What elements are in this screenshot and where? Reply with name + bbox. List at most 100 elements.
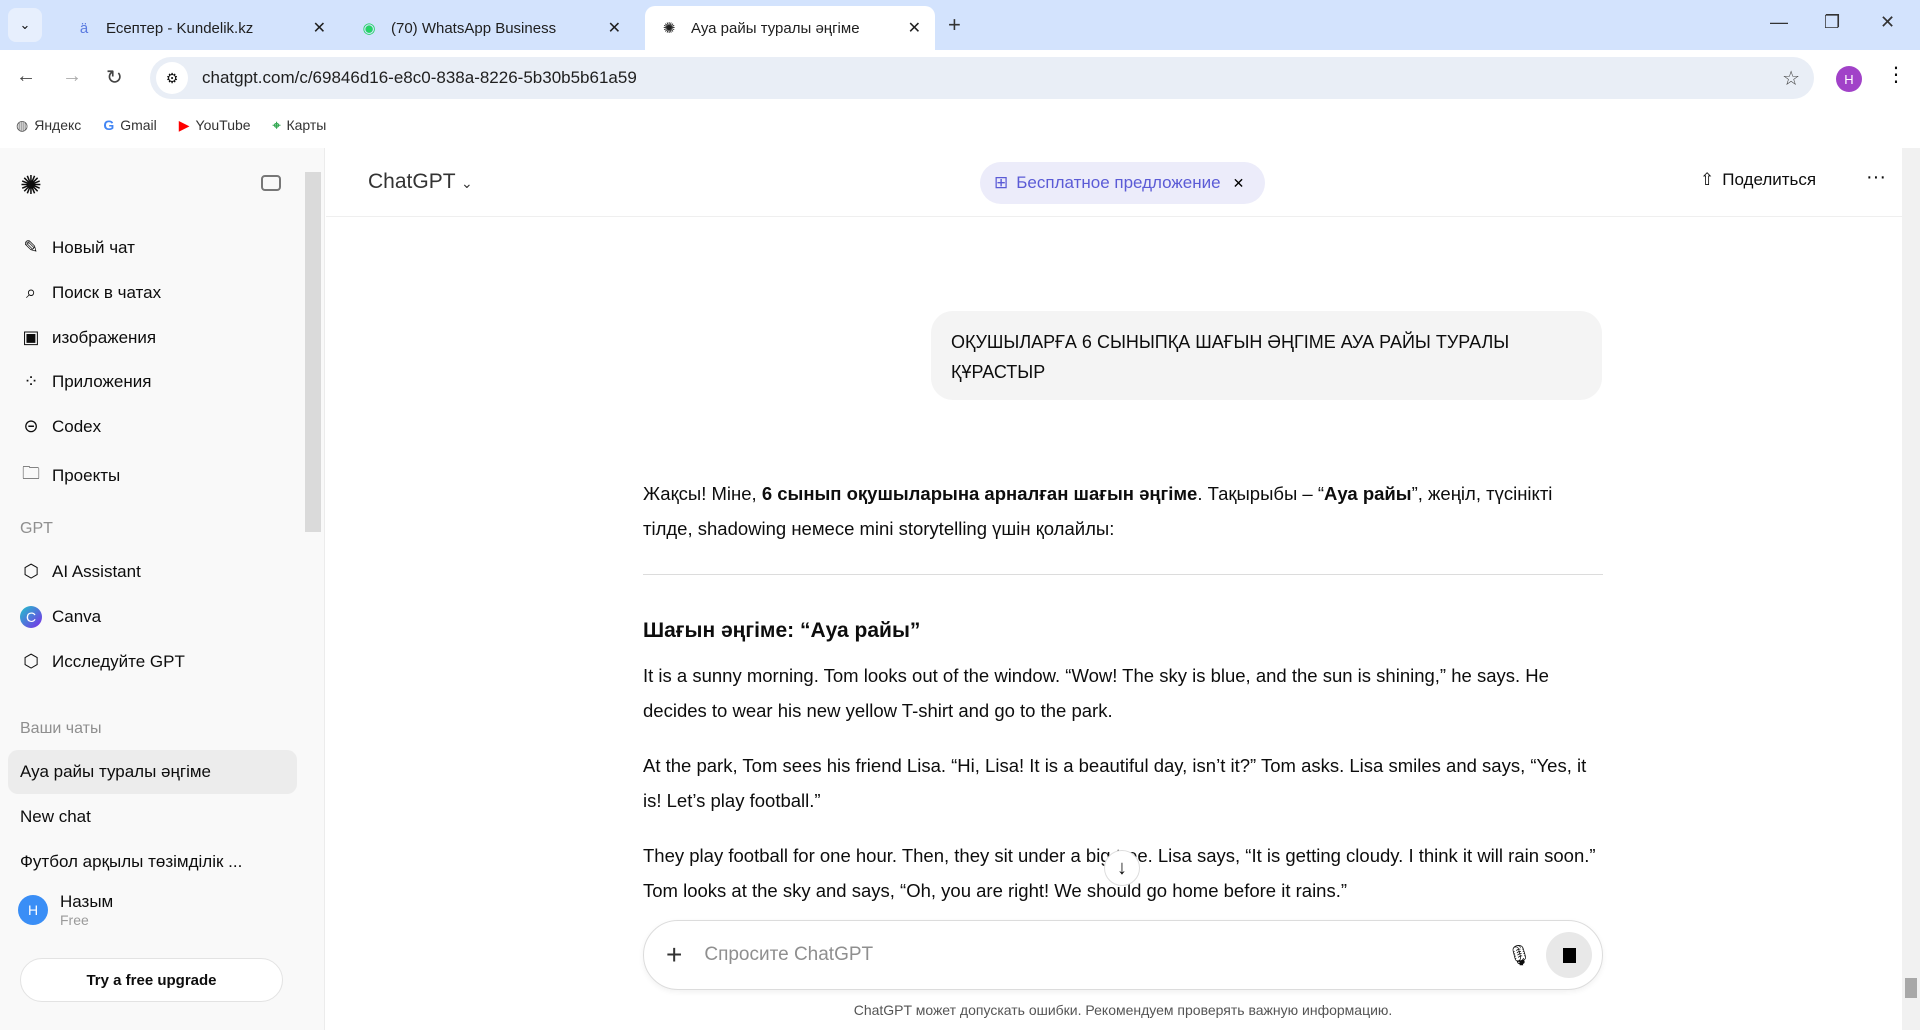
user-plan: Free: [60, 912, 89, 928]
chat-item[interactable]: Футбол арқылы төзімділік ...: [8, 840, 297, 884]
tab-whatsapp[interactable]: ◉ (70) WhatsApp Business ✕: [345, 6, 635, 50]
model-name: ChatGPT: [368, 170, 456, 193]
url-text[interactable]: chatgpt.com/c/69846d16-e8c0-838a-8226-5b…: [202, 68, 637, 88]
sidebar-item-new-chat[interactable]: ✎ Новый чат: [20, 237, 135, 258]
sidebar-item-apps[interactable]: ⁘ Приложения: [20, 371, 151, 392]
label: Поиск в чатах: [52, 282, 162, 302]
chat-item[interactable]: Ауа райы туралы әңгіме: [8, 750, 297, 794]
share-button[interactable]: ⇧ Поделиться: [1700, 170, 1816, 190]
sidebar-item-search[interactable]: ⌕ Поиск в чатах: [20, 282, 161, 303]
bookmark-label: Яндекс: [34, 116, 82, 133]
maps-icon: ⌖: [272, 116, 281, 133]
upgrade-button[interactable]: Try a free upgrade: [20, 958, 283, 1002]
close-icon[interactable]: ✕: [1233, 175, 1245, 192]
chat-item[interactable]: New chat: [8, 795, 297, 839]
text: . Тақырыбы – “: [1197, 483, 1324, 504]
bookmark-youtube[interactable]: ▶ YouTube: [179, 117, 251, 134]
sidebar: ✺ ✎ Новый чат ⌕ Поиск в чатах ▣ изображения…: [0, 148, 325, 1030]
forward-button[interactable]: →: [62, 65, 82, 88]
user-menu[interactable]: Н Назым Free: [18, 892, 113, 928]
edit-icon: ✎: [23, 237, 39, 257]
folder-plus-icon: 🗀: [22, 463, 40, 483]
site-info-icon[interactable]: ⚙: [156, 62, 188, 94]
cube-icon: ⬡: [23, 651, 39, 671]
main-scrollbar[interactable]: [1902, 148, 1920, 1030]
google-icon: G: [103, 117, 115, 133]
label: Приложения: [52, 371, 152, 391]
sidebar-item-canva[interactable]: C Canva: [20, 606, 101, 628]
offer-label: Бесплатное предложение: [1016, 173, 1221, 192]
bookmark-maps[interactable]: ⌖ Карты: [273, 117, 327, 134]
disclaimer: ChatGPT может допускать ошибки. Рекоменд…: [853, 1002, 1393, 1018]
kundelik-icon: ä: [79, 19, 89, 37]
sidebar-item-projects[interactable]: 🗀 Проекты: [20, 461, 120, 491]
chat-header: ChatGPT ⌄ ⊞ Бесплатное предложение ✕ ⇧ Поде…: [326, 148, 1902, 217]
scrollbar-thumb[interactable]: [1905, 978, 1917, 998]
share-icon: ⇧: [1700, 170, 1715, 189]
arrow-down-icon: ↓: [1117, 856, 1127, 879]
new-tab-button[interactable]: +: [948, 12, 961, 38]
label: изображения: [52, 327, 157, 347]
user-name: Назым: [60, 892, 114, 911]
label: Codex: [52, 416, 102, 436]
more-options-icon[interactable]: ···: [1866, 166, 1886, 189]
chatgpt-icon: ✺: [662, 20, 676, 37]
globe-icon: ◍: [16, 116, 29, 133]
intro-paragraph: Жақсы! Міне, 6 сынып оқушыларына арналға…: [643, 476, 1603, 546]
search-icon: ⌕: [25, 282, 37, 302]
close-tab-icon[interactable]: ✕: [313, 18, 326, 38]
bookmark-yandex[interactable]: ◍ Яндекс: [16, 117, 81, 134]
model-selector[interactable]: ChatGPT ⌄: [368, 170, 473, 194]
close-tab-icon[interactable]: ✕: [908, 18, 921, 38]
tab-title: Ауа райы туралы әңгіме: [691, 19, 860, 37]
bookmark-label: Карты: [286, 116, 327, 133]
tab-kundelik[interactable]: ä Есептер - Kundelik.kz ✕: [60, 6, 340, 50]
sidebar-item-explore-gpt[interactable]: ⬡ Исследуйте GPT: [20, 651, 185, 672]
stop-icon: [1562, 947, 1576, 963]
microphone-icon[interactable]: 🎙: [1507, 943, 1532, 968]
omnibox[interactable]: ⚙ chatgpt.com/c/69846d16-e8c0-838a-8226-…: [150, 57, 1814, 99]
openai-logo-icon[interactable]: ✺: [20, 170, 42, 201]
close-window-button[interactable]: ✕: [1880, 12, 1895, 33]
gift-icon: ⊞: [994, 173, 1009, 192]
free-offer-button[interactable]: ⊞ Бесплатное предложение ✕: [980, 162, 1265, 204]
close-tab-icon[interactable]: ✕: [608, 18, 621, 38]
scroll-down-button[interactable]: ↓: [1104, 850, 1140, 886]
prompt-input[interactable]: [704, 944, 1465, 966]
profile-avatar[interactable]: Н: [1836, 66, 1862, 92]
tab-title: (70) WhatsApp Business: [391, 19, 557, 37]
bookmark-gmail[interactable]: G Gmail: [103, 117, 156, 133]
bookmark-label: YouTube: [195, 116, 251, 133]
sidebar-toggle-icon[interactable]: [261, 175, 281, 191]
sidebar-item-codex[interactable]: ⊝ Codex: [20, 416, 101, 437]
image-icon: ▣: [22, 327, 40, 347]
add-attachment-button[interactable]: +: [666, 939, 682, 971]
text: Жақсы! Міне,: [643, 483, 762, 504]
sidebar-scrollbar[interactable]: [305, 172, 321, 532]
tab-chatgpt[interactable]: ✺ Ауа райы туралы әңгіме ✕: [645, 6, 935, 50]
whatsapp-icon: ◉: [362, 20, 376, 37]
codex-icon: ⊝: [23, 416, 39, 436]
minimize-button[interactable]: —: [1770, 12, 1788, 33]
canva-icon: C: [20, 606, 42, 628]
sidebar-item-images[interactable]: ▣ изображения: [20, 327, 156, 348]
label: Canva: [52, 607, 102, 626]
tab-search-button[interactable]: ⌄: [8, 8, 42, 42]
restore-button[interactable]: ❐: [1824, 12, 1840, 33]
apps-icon: ⁘: [23, 371, 39, 391]
stop-button[interactable]: [1546, 932, 1592, 978]
bold-text: Ауа райы: [1324, 483, 1412, 504]
label: Новый чат: [52, 237, 135, 257]
back-button[interactable]: ←: [16, 65, 36, 88]
sidebar-item-ai-assistant[interactable]: ⬡ AI Assistant: [20, 561, 141, 582]
browser-menu-icon[interactable]: ⋮: [1886, 62, 1906, 87]
share-label: Поделиться: [1722, 170, 1817, 189]
chats-heading: Ваши чаты: [20, 720, 102, 737]
story-paragraph: It is a sunny morning. Tom looks out of …: [643, 665, 1549, 721]
chevron-down-icon: ⌄: [461, 175, 473, 191]
bookmark-star-icon[interactable]: ☆: [1782, 66, 1800, 91]
label: AI Assistant: [52, 561, 141, 581]
reload-button[interactable]: ↻: [106, 65, 123, 90]
label: Проекты: [52, 466, 121, 485]
tab-title: Есептер - Kundelik.kz: [106, 19, 254, 37]
